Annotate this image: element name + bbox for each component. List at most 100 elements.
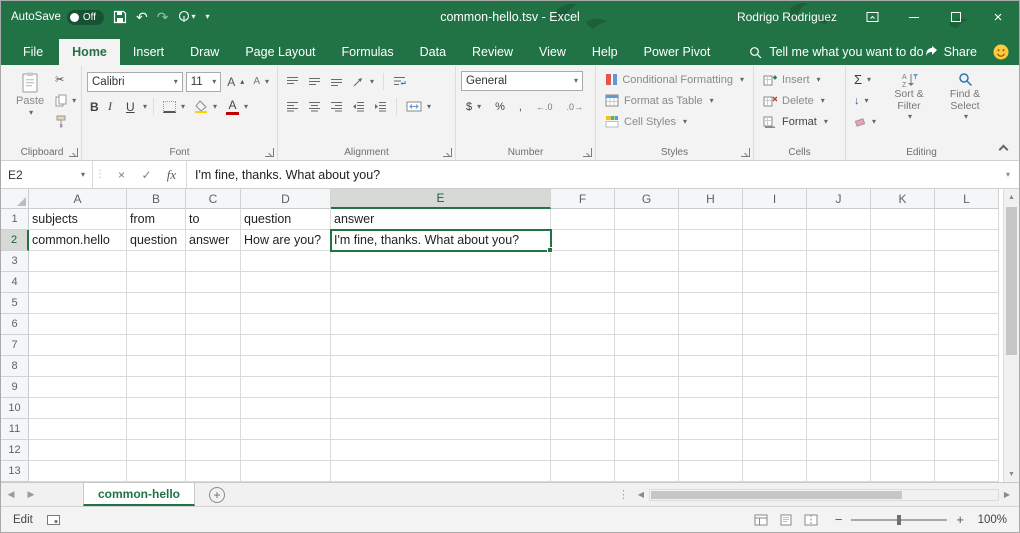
tab-page-layout[interactable]: Page Layout	[232, 39, 328, 65]
cell-K12[interactable]	[871, 440, 935, 461]
cell-E7[interactable]	[331, 335, 551, 356]
align-left-button[interactable]	[283, 96, 302, 117]
cell-A8[interactable]	[29, 356, 127, 377]
formula-input[interactable]: I'm fine, thanks. What about you?	[187, 161, 997, 188]
cell-B1[interactable]: from	[127, 209, 186, 230]
cell-A10[interactable]	[29, 398, 127, 419]
tab-help[interactable]: Help	[579, 39, 631, 65]
format-painter-button[interactable]	[52, 111, 79, 132]
cell-K9[interactable]	[871, 377, 935, 398]
row-header-7[interactable]: 7	[1, 335, 29, 356]
select-all-button[interactable]	[1, 189, 29, 209]
conditional-formatting-button[interactable]: Conditional Formatting ▾	[601, 69, 748, 90]
row-header-6[interactable]: 6	[1, 314, 29, 335]
vertical-scroll-thumb[interactable]	[1006, 207, 1017, 355]
cell-L5[interactable]	[935, 293, 999, 314]
cell-F7[interactable]	[551, 335, 615, 356]
cell-B10[interactable]	[127, 398, 186, 419]
row-header-1[interactable]: 1	[1, 209, 29, 230]
horizontal-scroll-thumb[interactable]	[651, 491, 902, 499]
cell-I9[interactable]	[743, 377, 807, 398]
copy-button[interactable]: ▾	[52, 90, 79, 111]
sheet-nav-right-icon[interactable]: ▶	[21, 483, 41, 506]
cell-L13[interactable]	[935, 461, 999, 482]
row-header-8[interactable]: 8	[1, 356, 29, 377]
cell-I3[interactable]	[743, 251, 807, 272]
cell-K3[interactable]	[871, 251, 935, 272]
cell-A5[interactable]	[29, 293, 127, 314]
cell-L11[interactable]	[935, 419, 999, 440]
font-size-combo[interactable]: 11 ▾	[186, 72, 222, 92]
column-header-L[interactable]: L	[935, 189, 999, 209]
align-right-button[interactable]	[327, 96, 346, 117]
save-button[interactable]	[113, 10, 127, 24]
increase-indent-button[interactable]	[371, 96, 390, 117]
cell-J9[interactable]	[807, 377, 871, 398]
row-header-3[interactable]: 3	[1, 251, 29, 272]
cell-G10[interactable]	[615, 398, 679, 419]
orientation-button[interactable]: ▾	[349, 71, 377, 92]
cell-B5[interactable]	[127, 293, 186, 314]
row-header-13[interactable]: 13	[1, 461, 29, 482]
cell-G9[interactable]	[615, 377, 679, 398]
cut-button[interactable]: ✂	[52, 69, 79, 90]
cell-C13[interactable]	[186, 461, 241, 482]
cell-D11[interactable]	[241, 419, 331, 440]
cell-K10[interactable]	[871, 398, 935, 419]
cell-B8[interactable]	[127, 356, 186, 377]
cell-I7[interactable]	[743, 335, 807, 356]
fill-handle[interactable]	[547, 247, 553, 253]
cell-A13[interactable]	[29, 461, 127, 482]
cell-C9[interactable]	[186, 377, 241, 398]
column-header-K[interactable]: K	[871, 189, 935, 209]
cell-E6[interactable]	[331, 314, 551, 335]
cell-I13[interactable]	[743, 461, 807, 482]
cell-L7[interactable]	[935, 335, 999, 356]
fill-color-button[interactable]: ▾	[191, 96, 220, 117]
fill-button[interactable]: ↓ ▾	[851, 90, 879, 111]
cell-F12[interactable]	[551, 440, 615, 461]
cell-J1[interactable]	[807, 209, 871, 230]
cell-J11[interactable]	[807, 419, 871, 440]
underline-button[interactable]: U	[123, 96, 138, 117]
cell-D13[interactable]	[241, 461, 331, 482]
cell-G8[interactable]	[615, 356, 679, 377]
grow-font-button[interactable]: A▴	[224, 71, 247, 92]
cell-L3[interactable]	[935, 251, 999, 272]
cell-I1[interactable]	[743, 209, 807, 230]
cell-G3[interactable]	[615, 251, 679, 272]
column-header-C[interactable]: C	[186, 189, 241, 209]
horizontal-scrollbar[interactable]: ◀ ▶	[633, 483, 1019, 506]
cell-K5[interactable]	[871, 293, 935, 314]
clear-button[interactable]: ▾	[851, 111, 879, 132]
cell-J10[interactable]	[807, 398, 871, 419]
cell-C6[interactable]	[186, 314, 241, 335]
cell-E9[interactable]	[331, 377, 551, 398]
cell-E1[interactable]: answer	[331, 209, 551, 230]
column-header-H[interactable]: H	[679, 189, 743, 209]
tab-formulas[interactable]: Formulas	[329, 39, 407, 65]
zoom-out-button[interactable]: −	[835, 512, 843, 527]
cell-H8[interactable]	[679, 356, 743, 377]
increase-decimal-button[interactable]: ←.0	[533, 96, 556, 117]
cell-E12[interactable]	[331, 440, 551, 461]
align-bottom-button[interactable]	[327, 71, 346, 92]
cell-E2[interactable]: I'm fine, thanks. What about you?	[331, 230, 551, 251]
decrease-decimal-button[interactable]: .0→	[564, 96, 587, 117]
cell-D9[interactable]	[241, 377, 331, 398]
cell-E4[interactable]	[331, 272, 551, 293]
cell-G5[interactable]	[615, 293, 679, 314]
paste-button[interactable]: Paste ▾	[8, 69, 52, 132]
cell-B6[interactable]	[127, 314, 186, 335]
delete-cells-button[interactable]: Delete ▾	[759, 90, 840, 111]
row-header-4[interactable]: 4	[1, 272, 29, 293]
tab-bar-splitter[interactable]: ⋮	[614, 488, 633, 501]
cell-G4[interactable]	[615, 272, 679, 293]
cell-B9[interactable]	[127, 377, 186, 398]
cell-H9[interactable]	[679, 377, 743, 398]
cell-A6[interactable]	[29, 314, 127, 335]
cell-K7[interactable]	[871, 335, 935, 356]
cell-H2[interactable]	[679, 230, 743, 251]
cell-L6[interactable]	[935, 314, 999, 335]
zoom-slider-thumb[interactable]	[897, 515, 901, 525]
